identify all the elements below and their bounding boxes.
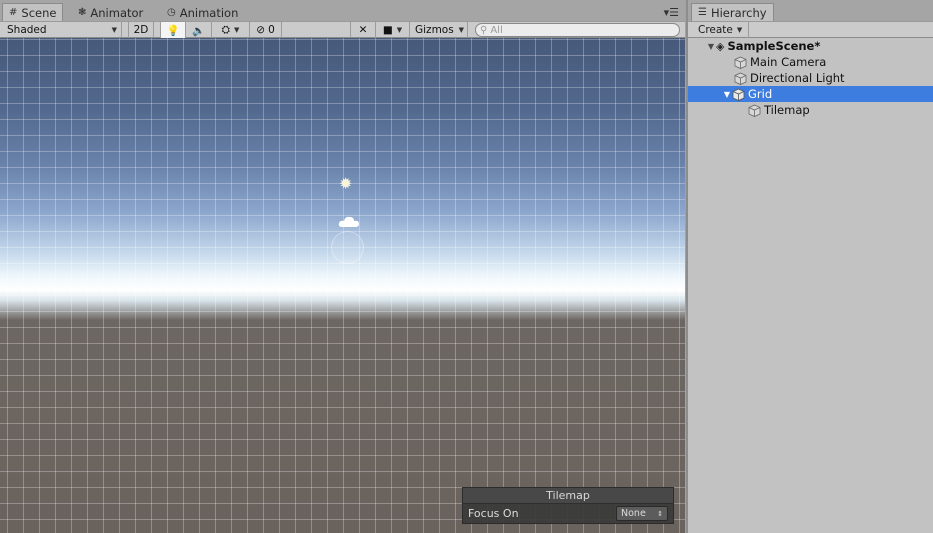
chevron-down-icon: ▼ xyxy=(458,26,464,34)
scene-viewport[interactable]: ✹ Tilemap Focus On None ⇕ xyxy=(0,38,685,533)
camera-dropdown[interactable]: ■ ▼ xyxy=(376,22,410,38)
tab-hierarchy[interactable]: ☰ Hierarchy xyxy=(691,3,774,21)
eye-slash-icon: ⊘ xyxy=(256,24,266,36)
draw-mode-label: Shaded xyxy=(7,24,47,36)
camera-gizmo[interactable] xyxy=(331,231,364,264)
tree-item-label: Tilemap xyxy=(764,103,810,117)
chevron-down-icon: ▼ xyxy=(234,26,240,34)
scene-panel: # Scene ❃ Animator ◷ Animation ▾☰ Shaded… xyxy=(0,0,685,533)
scene-tabbar: # Scene ❃ Animator ◷ Animation ▾☰ xyxy=(0,0,685,21)
gizmos-label: Gizmos xyxy=(415,24,454,36)
lightbulb-icon: 💡 xyxy=(166,24,180,37)
create-dropdown[interactable]: Create ▼ xyxy=(692,22,750,38)
focus-on-row: Focus On None ⇕ xyxy=(463,504,673,523)
lighting-toggle-button[interactable]: 💡 xyxy=(160,22,186,38)
updown-icon: ⇕ xyxy=(657,509,663,518)
tree-item-main-camera[interactable]: Main Camera xyxy=(688,54,933,70)
cloud-icon[interactable] xyxy=(338,215,360,229)
focus-on-label: Focus On xyxy=(468,507,519,520)
tree-item-grid[interactable]: ▼ Grid xyxy=(688,86,933,102)
tab-animator[interactable]: ❃ Animator xyxy=(72,4,149,21)
focus-on-value: None xyxy=(621,508,646,519)
tree-item-directional-light[interactable]: Directional Light xyxy=(688,70,933,86)
expand-triangle-icon[interactable]: ▼ xyxy=(722,90,732,99)
overlay-title: Tilemap xyxy=(463,488,673,504)
unity-scene-icon: ◈ xyxy=(716,39,725,53)
gameobject-cube-icon xyxy=(748,104,761,117)
gameobject-cube-icon xyxy=(734,72,747,85)
scene-root-row[interactable]: ▼ ◈ SampleScene* xyxy=(688,38,933,54)
tab-animation-label: Animation xyxy=(179,5,239,20)
chevron-down-icon: ▼ xyxy=(396,26,403,34)
camera-icon: ■ xyxy=(382,24,393,36)
effects-icon: ⛭ xyxy=(221,23,230,36)
hierarchy-tabbar: ☰ Hierarchy xyxy=(688,0,933,21)
gameobject-cube-icon xyxy=(734,56,747,69)
tree-item-label: Main Camera xyxy=(750,55,827,69)
tree-item-label: Directional Light xyxy=(750,71,845,85)
speaker-icon: 🔈 xyxy=(191,24,206,37)
2d-label: 2D xyxy=(133,24,149,36)
animator-icon: ❃ xyxy=(78,7,87,18)
tab-animation[interactable]: ◷ Animation xyxy=(161,4,244,21)
effects-dropdown[interactable]: ⛭ ▼ xyxy=(212,22,250,38)
sun-icon[interactable]: ✹ xyxy=(339,174,352,193)
search-icon: ⚲ xyxy=(480,24,488,36)
list-icon: ☰ xyxy=(698,7,707,18)
hierarchy-tree: ▼ ◈ SampleScene* Main Camera Directional… xyxy=(688,38,933,118)
tree-item-label: Grid xyxy=(748,87,773,101)
search-placeholder: All xyxy=(490,24,503,36)
gameobject-cube-icon xyxy=(732,88,745,101)
clock-icon: ◷ xyxy=(167,7,176,18)
tab-menu-icon[interactable]: ▾☰ xyxy=(664,6,679,19)
focus-on-select[interactable]: None ⇕ xyxy=(616,506,668,521)
hierarchy-panel: ☰ Hierarchy Create ▼ ▼ ◈ SampleScene* Ma… xyxy=(686,0,933,533)
chevron-down-icon: ▼ xyxy=(736,26,743,34)
chevron-down-icon: ▼ xyxy=(111,26,117,34)
expand-triangle-icon[interactable]: ▼ xyxy=(706,42,716,51)
hierarchy-toolbar: Create ▼ xyxy=(688,21,933,38)
tab-hierarchy-label: Hierarchy xyxy=(710,5,767,20)
tilemap-overlay: Tilemap Focus On None ⇕ xyxy=(462,487,674,524)
2d-toggle-button[interactable]: 2D xyxy=(128,22,154,38)
tools-icon: ✕ xyxy=(358,24,368,36)
tab-animator-label: Animator xyxy=(90,5,144,20)
tab-scene[interactable]: # Scene xyxy=(2,3,64,21)
scene-search-input[interactable]: ⚲ All xyxy=(475,23,680,37)
hidden-objects-toggle[interactable]: ⊘ 0 xyxy=(250,22,282,38)
draw-mode-dropdown[interactable]: Shaded ▼ xyxy=(0,22,122,38)
hidden-count: 0 xyxy=(268,24,275,36)
gizmos-dropdown[interactable]: Gizmos ▼ xyxy=(410,22,468,38)
grid-icon: # xyxy=(9,7,18,18)
scene-name: SampleScene* xyxy=(727,39,821,53)
scene-grid xyxy=(0,38,685,533)
tab-scene-label: Scene xyxy=(21,5,57,20)
create-label: Create xyxy=(698,24,733,36)
tools-button[interactable]: ✕ xyxy=(350,22,376,38)
audio-toggle-button[interactable]: 🔈 xyxy=(186,22,212,38)
scene-toolbar: Shaded ▼ 2D 💡 🔈 ⛭ ▼ ⊘ 0 ✕ ■ ▼ Gizmos ▼ ⚲… xyxy=(0,21,685,38)
tree-item-tilemap[interactable]: Tilemap xyxy=(688,102,933,118)
